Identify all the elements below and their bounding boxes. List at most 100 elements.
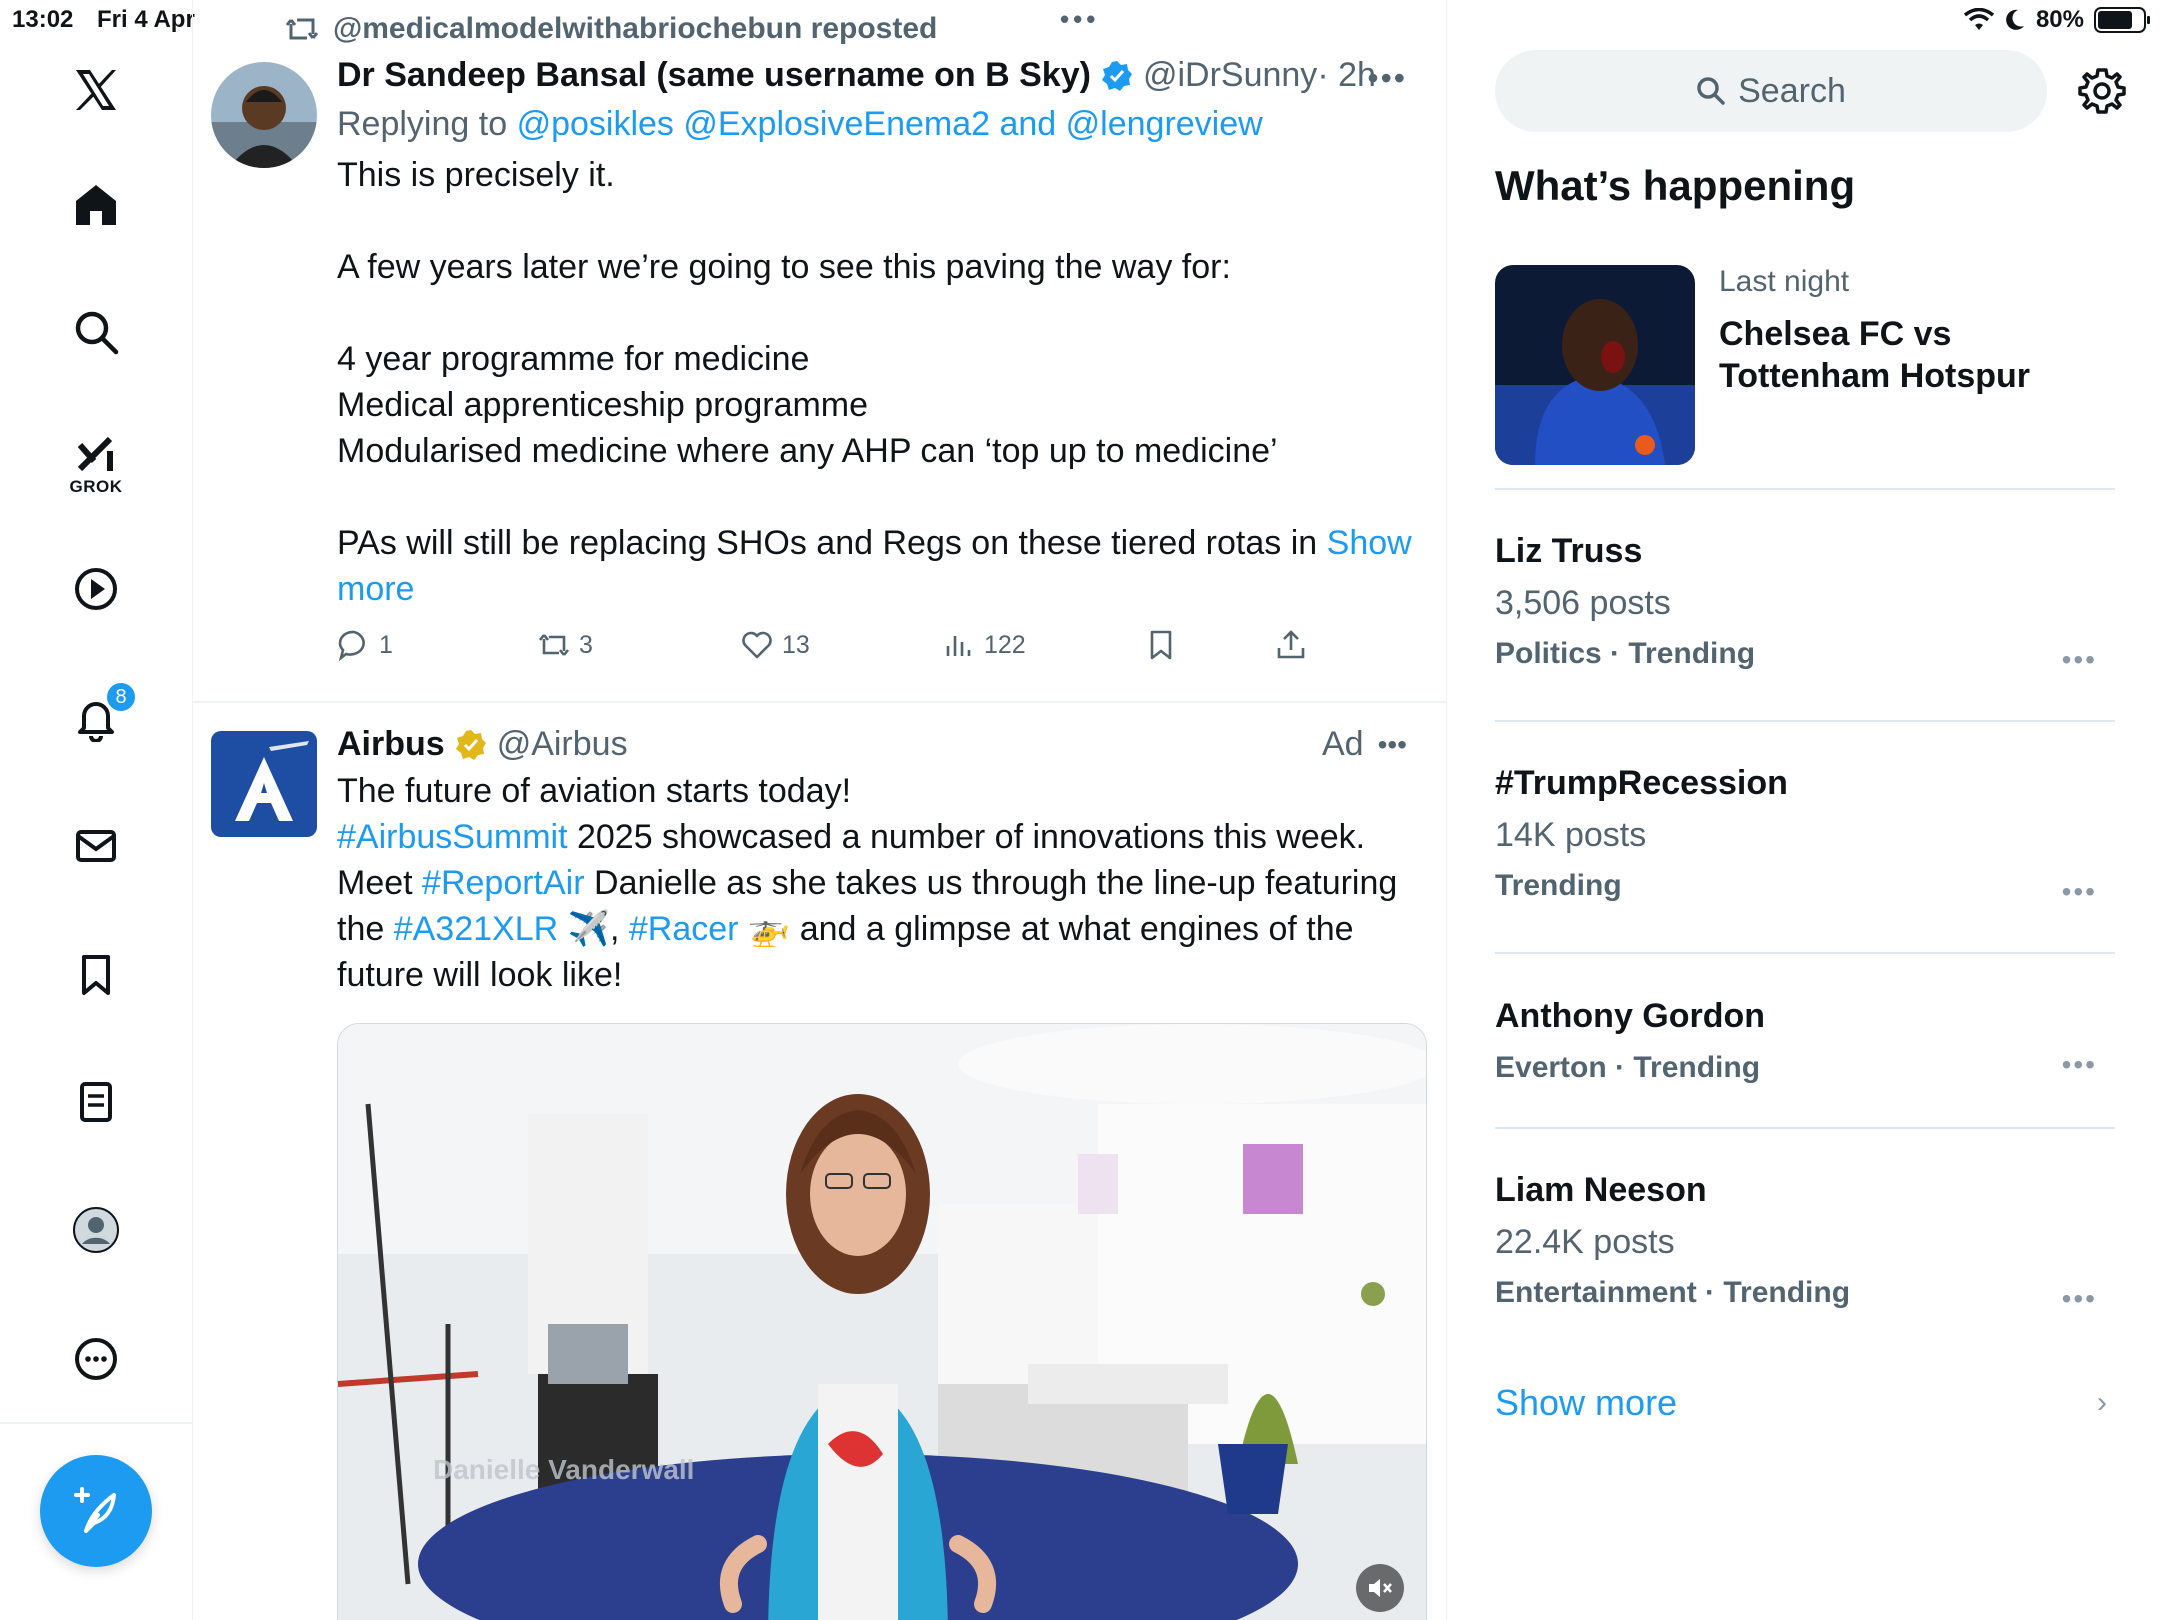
tweet-line: This is precisely it.	[337, 156, 615, 194]
replying-prefix: Replying to	[337, 105, 508, 143]
replying-to: Replying to @posikles @ExplosiveEnema2 a…	[337, 105, 1427, 144]
notifications-badge: 8	[104, 680, 138, 714]
tweet-line: 4 year programme for medicine	[337, 340, 810, 378]
tweet-text: This is precisely it. A few years later …	[337, 152, 1427, 612]
notifications-bell-icon[interactable]: 8	[66, 680, 138, 748]
trend-posts: 22.4K posts	[1495, 1223, 1675, 1261]
compose-post-button[interactable]	[40, 1455, 152, 1567]
hashtag-link[interactable]: #ReportAir	[422, 864, 585, 902]
mute-toggle-button[interactable]	[1356, 1564, 1404, 1612]
author-handle[interactable]: @Airbus	[497, 725, 628, 764]
hashtag-link[interactable]: #A321XLR	[394, 910, 558, 948]
share-button[interactable]	[1274, 628, 1308, 662]
grok-icon[interactable]: GROK	[66, 425, 126, 496]
tweet-line: Modularised medicine where any AHP can ‘…	[337, 432, 1278, 470]
tweet-fragment: the	[337, 910, 394, 948]
trend-posts: 14K posts	[1495, 816, 1647, 854]
tweet-line: The future of aviation starts today!	[337, 772, 852, 810]
ad-text: Ad	[1321, 725, 1364, 763]
tweet-header: Airbus @Airbus	[337, 725, 1427, 764]
home-icon[interactable]	[66, 175, 126, 235]
tweet-line: PAs will still be replacing SHOs and Reg…	[337, 524, 1318, 562]
tweet-body: Airbus @Airbus Ad ••• The future of avia…	[337, 725, 1427, 998]
author-name[interactable]: Dr Sandeep Bansal (same username on B Sk…	[337, 56, 1091, 95]
trend-feature-image	[1495, 265, 1695, 465]
video-caption: Danielle Vanderwall	[433, 1454, 694, 1485]
tweet-more-icon[interactable]: •••	[1367, 60, 1407, 97]
repost-text: @medicalmodelwithabriochebun reposted	[333, 12, 938, 45]
tweet-fragment: 🚁 and a glimpse at what engines of the	[738, 910, 1354, 948]
tweet-divider	[193, 701, 1446, 703]
trend-divider	[1495, 720, 2115, 722]
tweet-fragment: 2025 showcased a number of innovations t…	[567, 818, 1366, 856]
views-button[interactable]: 122	[942, 628, 1144, 662]
trend-item-liz-truss[interactable]: Liz Truss 3,506 posts Politics · Trendin…	[1495, 530, 2115, 675]
lists-icon[interactable]	[66, 1072, 126, 1132]
repost-button[interactable]: 3	[537, 628, 740, 662]
section-title: What’s happening	[1495, 162, 1856, 209]
reply-icon	[338, 630, 365, 662]
trend-item-liam-neeson[interactable]: Liam Neeson 22.4K posts Entertainment · …	[1495, 1169, 2115, 1314]
views-chart-icon	[946, 636, 971, 656]
hashtag-link[interactable]: #Racer	[629, 910, 739, 948]
show-more-trends-link[interactable]: Show more	[1495, 1382, 1677, 1424]
trend-feature-text: Last night Chelsea FC vs Tottenham Hotsp…	[1719, 265, 2139, 397]
repost-indicator[interactable]: @medicalmodelwithabriochebun reposted	[285, 12, 937, 46]
like-count: 13	[782, 630, 810, 659]
trend-item-anthony-gordon[interactable]: Anthony Gordon Everton · Trending •••	[1495, 995, 2115, 1085]
trend-title: Liam Neeson	[1495, 1171, 1707, 1209]
gold-verified-badge-icon	[455, 729, 486, 760]
x-logo-icon[interactable]	[66, 60, 126, 120]
tweet-body: Dr Sandeep Bansal (same username on B Sk…	[337, 56, 1427, 662]
replying-users-link[interactable]: @posikles @ExplosiveEnema2 and @lengrevi…	[517, 105, 1263, 143]
reply-button[interactable]: 1	[337, 628, 537, 662]
heart-icon	[742, 631, 772, 659]
messages-envelope-icon[interactable]	[66, 816, 126, 876]
trend-more-icon[interactable]: •••	[2062, 1049, 2097, 1081]
trend-posts: 3,506 posts	[1495, 584, 1671, 622]
tweet-fragment: Danielle as she takes us through the lin…	[584, 864, 1398, 902]
repost-action-icon	[538, 634, 570, 656]
reply-count: 1	[379, 630, 393, 659]
bookmark-button[interactable]	[1144, 628, 1274, 662]
author-handle[interactable]: @iDrSunny	[1143, 56, 1317, 95]
view-count: 122	[984, 630, 1026, 659]
avatar-drsunny[interactable]	[211, 62, 317, 168]
like-button[interactable]: 13	[740, 628, 942, 662]
hashtag-link[interactable]: #AirbusSummit	[337, 818, 568, 856]
trend-more-icon[interactable]: •••	[2062, 876, 2097, 908]
video-play-icon[interactable]	[66, 559, 126, 619]
more-options-icon[interactable]	[66, 1329, 126, 1389]
tweet-more-icon[interactable]: •••	[1378, 729, 1407, 761]
share-icon	[1277, 630, 1305, 659]
trend-feature-title-2: Tottenham Hotspur	[1719, 357, 2031, 395]
author-name[interactable]: Airbus	[337, 725, 445, 764]
tweet-actions: 1 3 13 122	[337, 628, 1427, 662]
explore-search-icon[interactable]	[66, 302, 126, 362]
avatar-airbus[interactable]	[211, 731, 317, 837]
trend-divider	[1495, 952, 2115, 954]
search-input[interactable]: Search	[1495, 50, 2047, 132]
trend-more-icon[interactable]: •••	[2062, 644, 2097, 676]
settings-gear-icon[interactable]	[2077, 66, 2127, 116]
timeline: @medicalmodelwithabriochebun reposted Dr…	[193, 0, 1447, 1620]
tweet-fragment: future will look like!	[337, 956, 623, 994]
verified-badge-icon	[1101, 60, 1132, 91]
video-frame: Danielle Vanderwall	[338, 1024, 1426, 1620]
nav-divider	[0, 1422, 193, 1424]
grok-label: GROK	[69, 477, 123, 496]
trend-more-icon[interactable]: •••	[2062, 1283, 2097, 1315]
trend-title: Liz Truss	[1495, 532, 1643, 570]
tweet-fragment: ✈️,	[558, 910, 629, 948]
trend-item-trumprecession[interactable]: #TrumpRecession 14K posts Trending •••	[1495, 762, 2115, 907]
trend-category: Politics · Trending	[1495, 637, 1756, 670]
search-placeholder: Search	[1738, 71, 1846, 110]
trend-feature-title-1: Chelsea FC vs	[1719, 315, 1952, 353]
profile-avatar-icon[interactable]	[66, 1200, 126, 1260]
bookmark-icon	[1150, 630, 1172, 660]
right-sidebar: Search What’s happening Last night Chels…	[1447, 0, 2160, 1620]
bookmarks-icon[interactable]	[66, 945, 126, 1005]
speaker-muted-icon	[1369, 1579, 1392, 1597]
tweet-line: Medical apprenticeship programme	[337, 386, 869, 424]
ad-video-player[interactable]: Danielle Vanderwall	[337, 1023, 1427, 1620]
